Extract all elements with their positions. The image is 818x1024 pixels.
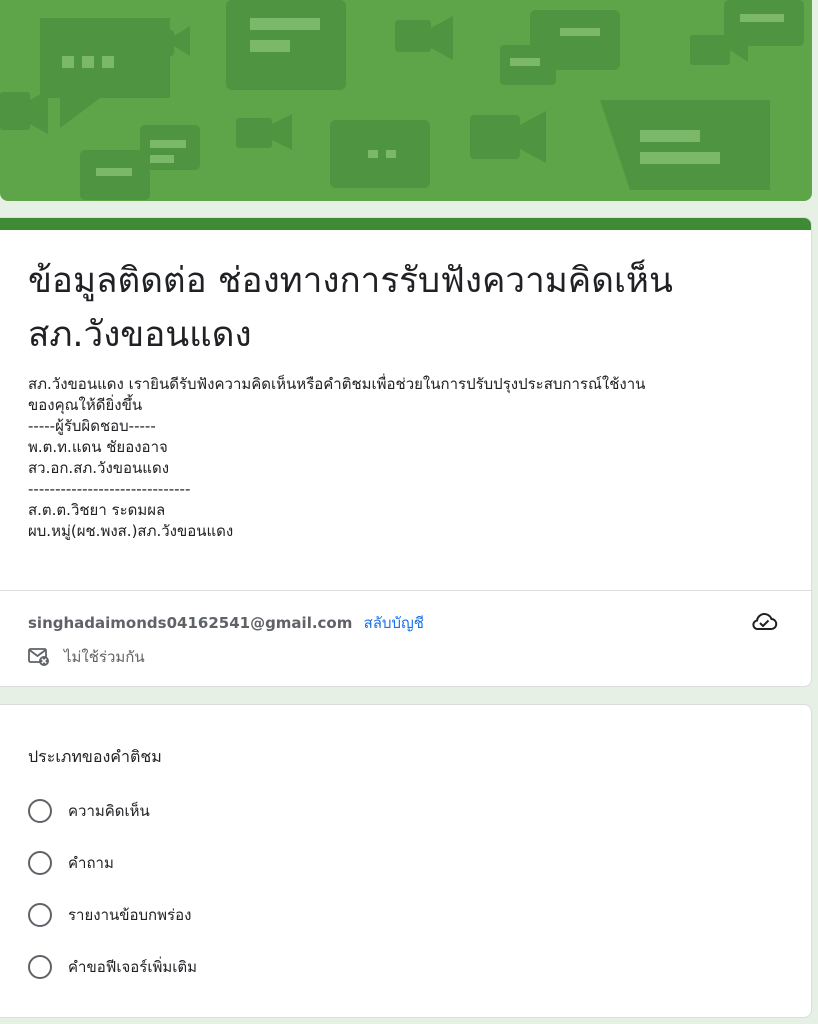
form-title-line-2: สภ.วังขอนแดง [28, 315, 252, 355]
radio-button[interactable] [28, 851, 52, 875]
form-header-card: ข้อมูลติดต่อ ช่องทางการรับฟังความคิดเห็น… [0, 217, 812, 687]
radio-option-feature-request[interactable]: คำขอฟีเจอร์เพิ่มเติม [28, 953, 197, 981]
account-email: singhadaimonds04162541@gmail.com [28, 614, 353, 632]
description-line: -----ผู้รับผิดชอบ----- [28, 417, 156, 435]
description-line: ส.ต.ต.วิชยา ระดมผล [28, 501, 166, 519]
question-card: ประเภทของคำติชม ความคิดเห็น คำถาม รายงาน… [0, 704, 812, 1018]
description-line: สภ.วังขอนแดง เรายินดีรับฟังความคิดเห็นหร… [28, 375, 646, 393]
description-line: ------------------------------ [28, 480, 191, 498]
description-line: สว.อก.สภ.วังขอนแดง [28, 459, 170, 477]
option-label: คำขอฟีเจอร์เพิ่มเติม [68, 958, 197, 976]
accent-bar [0, 218, 811, 230]
radio-option-question[interactable]: คำถาม [28, 849, 114, 877]
description-line: พ.ต.ท.แดน ชัยองอาจ [28, 438, 168, 456]
radio-option-bug-report[interactable]: รายงานข้อบกพร่อง [28, 901, 191, 929]
switch-account-link[interactable]: สลับบัญชี [364, 614, 424, 632]
form-description: สภ.วังขอนแดง เรายินดีรับฟังความคิดเห็นหร… [28, 374, 788, 542]
account-row: singhadaimonds04162541@gmail.com สลับบัญ… [28, 611, 424, 635]
radio-option-opinion[interactable]: ความคิดเห็น [28, 797, 150, 825]
description-line: ของคุณให้ดียิ่งขึ้น [28, 396, 143, 414]
option-label: รายงานข้อบกพร่อง [68, 906, 192, 924]
description-line: ผบ.หมู่(ผช.พงส.)สภ.วังขอนแดง [28, 522, 234, 540]
banner-pattern [0, 0, 804, 200]
radio-button[interactable] [28, 799, 52, 823]
not-shared-row: ไม่ใช้ร่วมกัน [28, 645, 145, 669]
form-title-line-1: ข้อมูลติดต่อ ช่องทางการรับฟังความคิดเห็น [28, 261, 673, 301]
radio-button[interactable] [28, 955, 52, 979]
header-banner [0, 0, 812, 201]
form-title: ข้อมูลติดต่อ ช่องทางการรับฟังความคิดเห็น… [28, 254, 788, 362]
option-label: ความคิดเห็น [68, 802, 150, 820]
mail-off-icon [28, 648, 49, 666]
radio-button[interactable] [28, 903, 52, 927]
option-label: คำถาม [68, 854, 114, 872]
cloud-check-icon [752, 613, 778, 630]
question-title: ประเภทของคำติชม [28, 747, 162, 766]
not-shared-label: ไม่ใช้ร่วมกัน [64, 648, 145, 666]
divider [0, 590, 811, 591]
